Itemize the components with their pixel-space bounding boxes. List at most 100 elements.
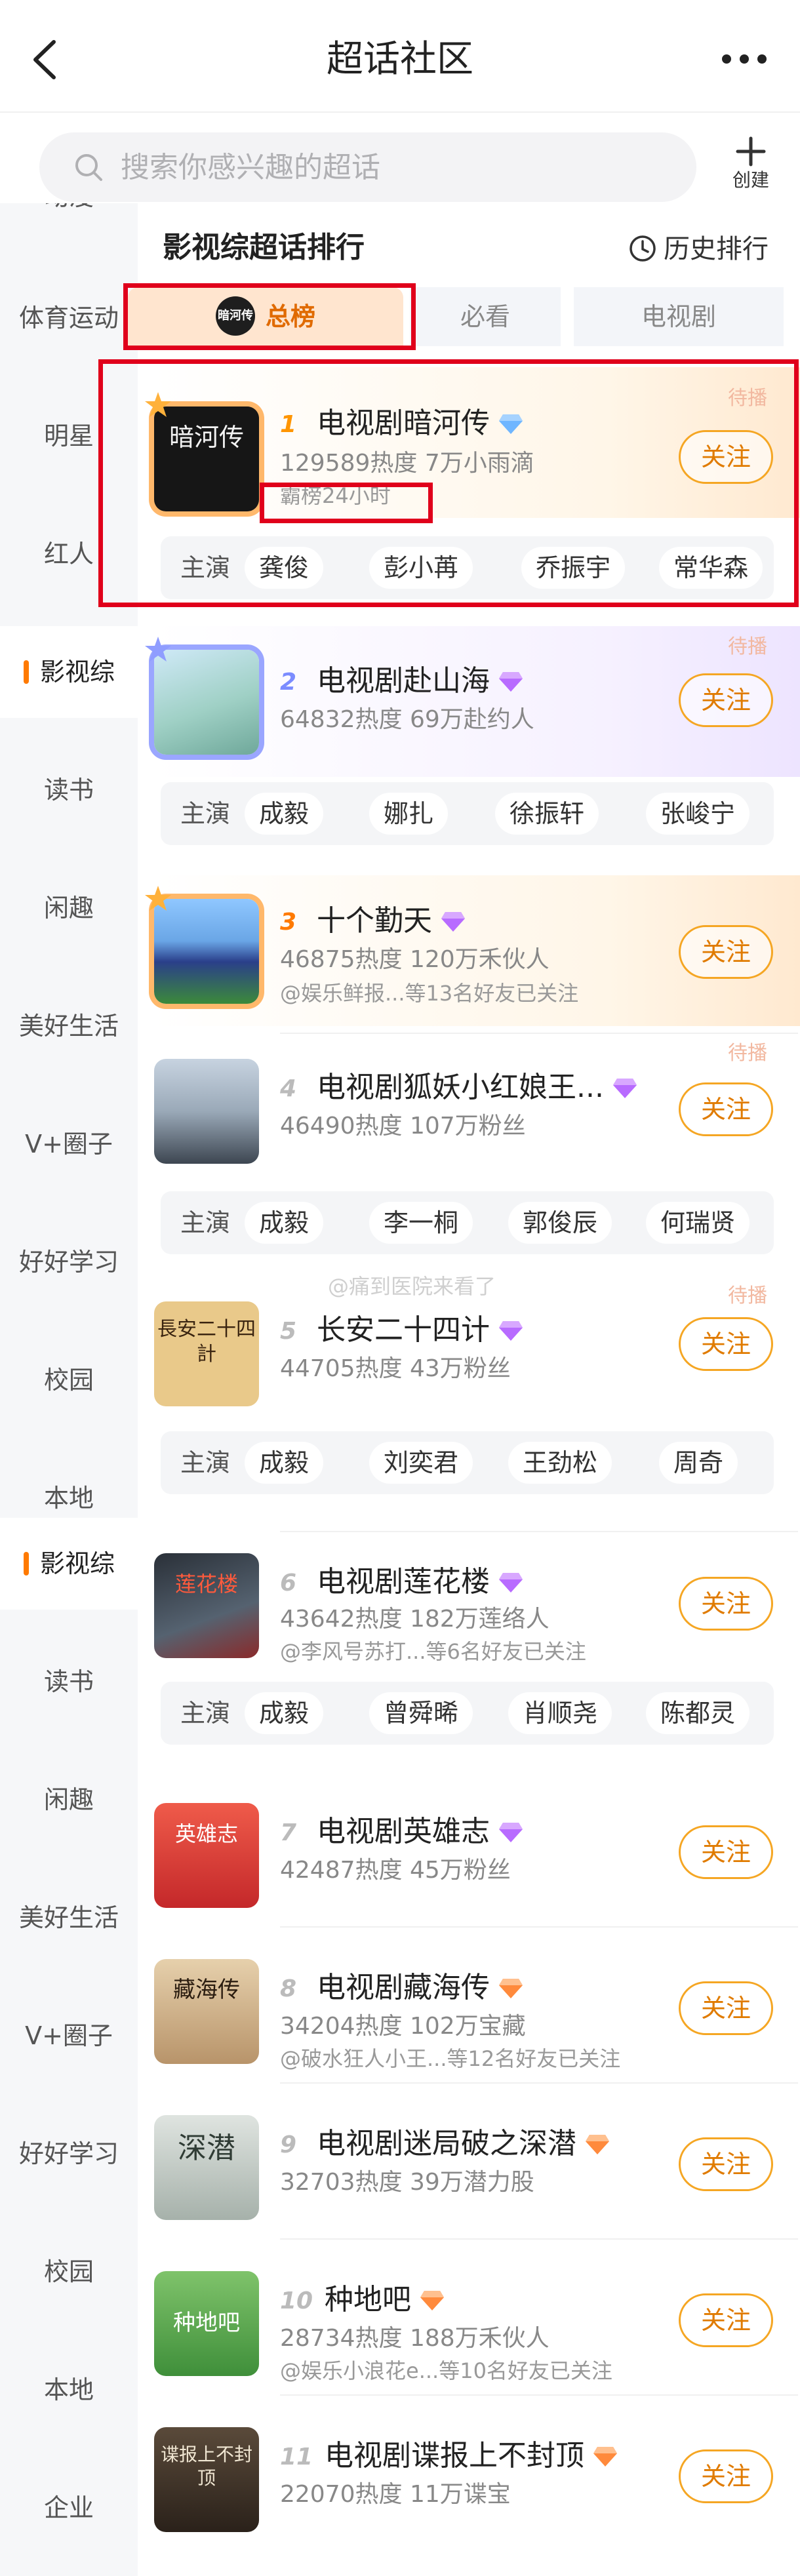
- friends-followed: @破水狂人小王...等12名好友已关注: [280, 2046, 621, 2071]
- sidebar-item-influencers[interactable]: 红人: [0, 508, 138, 600]
- follow-button[interactable]: 关注: [679, 673, 773, 727]
- follow-button[interactable]: 关注: [679, 1317, 773, 1371]
- cast-pill[interactable]: 周奇: [659, 1442, 738, 1484]
- more-options-icon[interactable]: [715, 39, 774, 79]
- item-title[interactable]: 电视剧狐妖小红娘王...: [317, 1069, 638, 1106]
- sidebar-item-study[interactable]: 好好学习: [0, 1216, 138, 1308]
- item-title[interactable]: 长安二十四计: [317, 1312, 524, 1349]
- search-input[interactable]: 搜索你感兴趣的超话: [39, 132, 696, 202]
- cast-pill[interactable]: 娜扎: [369, 793, 449, 835]
- sidebar-item-good-life[interactable]: 美好生活: [0, 1872, 138, 1964]
- cast-pill[interactable]: 乔振宇: [521, 547, 626, 589]
- create-button[interactable]: 创建: [721, 134, 780, 200]
- cover-image: 莲花楼: [154, 1553, 259, 1658]
- sidebar-item-reading[interactable]: 读书: [0, 744, 138, 836]
- cast-pill[interactable]: 刘奕君: [369, 1442, 473, 1484]
- sidebar-item-study[interactable]: 好好学习: [0, 2108, 138, 2200]
- item-title[interactable]: 电视剧莲花楼: [317, 1564, 524, 1600]
- follow-button[interactable]: 关注: [679, 925, 773, 979]
- cast-pill[interactable]: 成毅: [245, 1202, 324, 1244]
- item-stats: 22070热度 11万谍宝: [280, 2481, 511, 2508]
- cast-pill[interactable]: 徐振轩: [495, 793, 599, 835]
- cast-pill[interactable]: 成毅: [245, 1692, 324, 1734]
- history-ranking-button[interactable]: 历史排行: [628, 229, 769, 269]
- header-divider: [0, 111, 800, 113]
- sidebar-item-anime[interactable]: 动漫: [0, 203, 138, 243]
- follow-button[interactable]: 关注: [679, 1825, 773, 1879]
- cast-pill[interactable]: 成毅: [245, 793, 324, 835]
- cover-image: 長安二十四計: [154, 1301, 259, 1406]
- watermark: @痛到医院来看了: [328, 1274, 496, 1299]
- sidebar-item-leisure[interactable]: 闲趣: [0, 862, 138, 954]
- active-indicator: [24, 1552, 29, 1575]
- sidebar-item-label: 校园: [43, 2257, 94, 2286]
- item-title[interactable]: 电视剧英雄志: [317, 1813, 524, 1850]
- item-name-text: 电视剧狐妖小红娘王...: [317, 1071, 604, 1104]
- sidebar-item-reading[interactable]: 读书: [0, 1636, 138, 1728]
- item-stats: 32703热度 39万潜力股: [280, 2169, 534, 2196]
- cast-pill[interactable]: 龚俊: [245, 547, 324, 589]
- tab-overall[interactable]: 暗河传 总榜: [128, 287, 403, 346]
- item-title[interactable]: 电视剧赴山海: [317, 663, 524, 700]
- item-title[interactable]: 十个勤天: [317, 903, 466, 940]
- sidebar-item-campus[interactable]: 校园: [0, 2226, 138, 2318]
- cast-pill[interactable]: 肖顺尧: [508, 1692, 612, 1734]
- cast-pill[interactable]: 成毅: [245, 1442, 324, 1484]
- cover-image: 藏海传: [154, 1959, 259, 2064]
- sidebar-item-label: 本地: [43, 2375, 94, 2404]
- sidebar-item-film-tv[interactable]: 影视综: [0, 626, 138, 718]
- history-label: 历史排行: [664, 234, 769, 264]
- sidebar-item-vplus[interactable]: V+圈子: [0, 1990, 138, 2082]
- cover-image: 种地吧: [154, 2271, 259, 2376]
- sidebar-item-stars[interactable]: 明星: [0, 390, 138, 482]
- follow-button[interactable]: 关注: [679, 430, 773, 484]
- cast-pill[interactable]: 陈都灵: [646, 1692, 750, 1734]
- sidebar-item-enterprise[interactable]: 企业: [0, 2462, 138, 2554]
- cast-pill[interactable]: 曾舜晞: [369, 1692, 473, 1734]
- item-title[interactable]: 种地吧: [325, 2282, 445, 2318]
- orange-diamond-icon: [593, 2447, 617, 2467]
- follow-button[interactable]: 关注: [679, 2137, 773, 2191]
- follow-button[interactable]: 关注: [679, 1082, 773, 1136]
- item-name-text: 电视剧藏海传: [317, 1971, 490, 2004]
- sidebar-item-label: V+圈子: [25, 1130, 113, 1159]
- cover-image: 深潜: [154, 2115, 259, 2220]
- sidebar-item-vplus[interactable]: V+圈子: [0, 1098, 138, 1190]
- cast-pill[interactable]: 彭小苒: [369, 547, 473, 589]
- purple-diamond-icon: [441, 912, 465, 932]
- item-title[interactable]: 电视剧藏海传: [317, 1970, 524, 2006]
- sidebar-item-local[interactable]: 本地: [0, 2344, 138, 2436]
- rank-number: 7: [280, 1819, 297, 1846]
- tab-must-watch[interactable]: 必看: [410, 287, 561, 346]
- sidebar-item-label: 企业: [43, 2493, 94, 2522]
- cast-pill[interactable]: 王劲松: [508, 1442, 612, 1484]
- cast-pill[interactable]: 张峻宁: [646, 793, 750, 835]
- item-title[interactable]: 电视剧迷局破之深潜: [317, 2126, 610, 2162]
- pending-badge: 待播: [728, 1042, 767, 1065]
- sidebar-item-campus[interactable]: 校园: [0, 1334, 138, 1426]
- sidebar-item-film-tv[interactable]: 影视综: [0, 1518, 138, 1610]
- sidebar-item-sports[interactable]: 体育运动: [0, 272, 138, 364]
- follow-button[interactable]: 关注: [679, 1981, 773, 2035]
- follow-button[interactable]: 关注: [679, 1577, 773, 1631]
- cast-pill[interactable]: 常华森: [659, 547, 763, 589]
- cast-pill[interactable]: 郭俊辰: [508, 1202, 612, 1244]
- item-name-text: 电视剧赴山海: [317, 664, 490, 698]
- item-title[interactable]: 电视剧谍报上不封顶: [325, 2438, 618, 2474]
- item-title[interactable]: 电视剧暗河传: [317, 405, 524, 442]
- tab-tv-series[interactable]: 电视剧: [574, 287, 784, 346]
- rank-number: 9: [280, 2131, 297, 2158]
- cover-title: 暗河传: [169, 423, 244, 452]
- crown-star-icon: [145, 392, 171, 417]
- sidebar-item-label: V+圈子: [25, 2021, 113, 2050]
- follow-button[interactable]: 关注: [679, 2449, 773, 2503]
- item-stats: 46875热度 120万禾伙人: [280, 946, 550, 973]
- orange-diamond-icon: [586, 2135, 609, 2154]
- follow-button[interactable]: 关注: [679, 2293, 773, 2347]
- orange-diamond-icon: [499, 1979, 523, 1998]
- sidebar-item-leisure[interactable]: 闲趣: [0, 1754, 138, 1846]
- sidebar-item-good-life[interactable]: 美好生活: [0, 980, 138, 1072]
- sidebar-item-label: 好好学习: [18, 1248, 119, 1277]
- cast-pill[interactable]: 李一桐: [369, 1202, 473, 1244]
- cast-pill[interactable]: 何瑞贤: [646, 1202, 750, 1244]
